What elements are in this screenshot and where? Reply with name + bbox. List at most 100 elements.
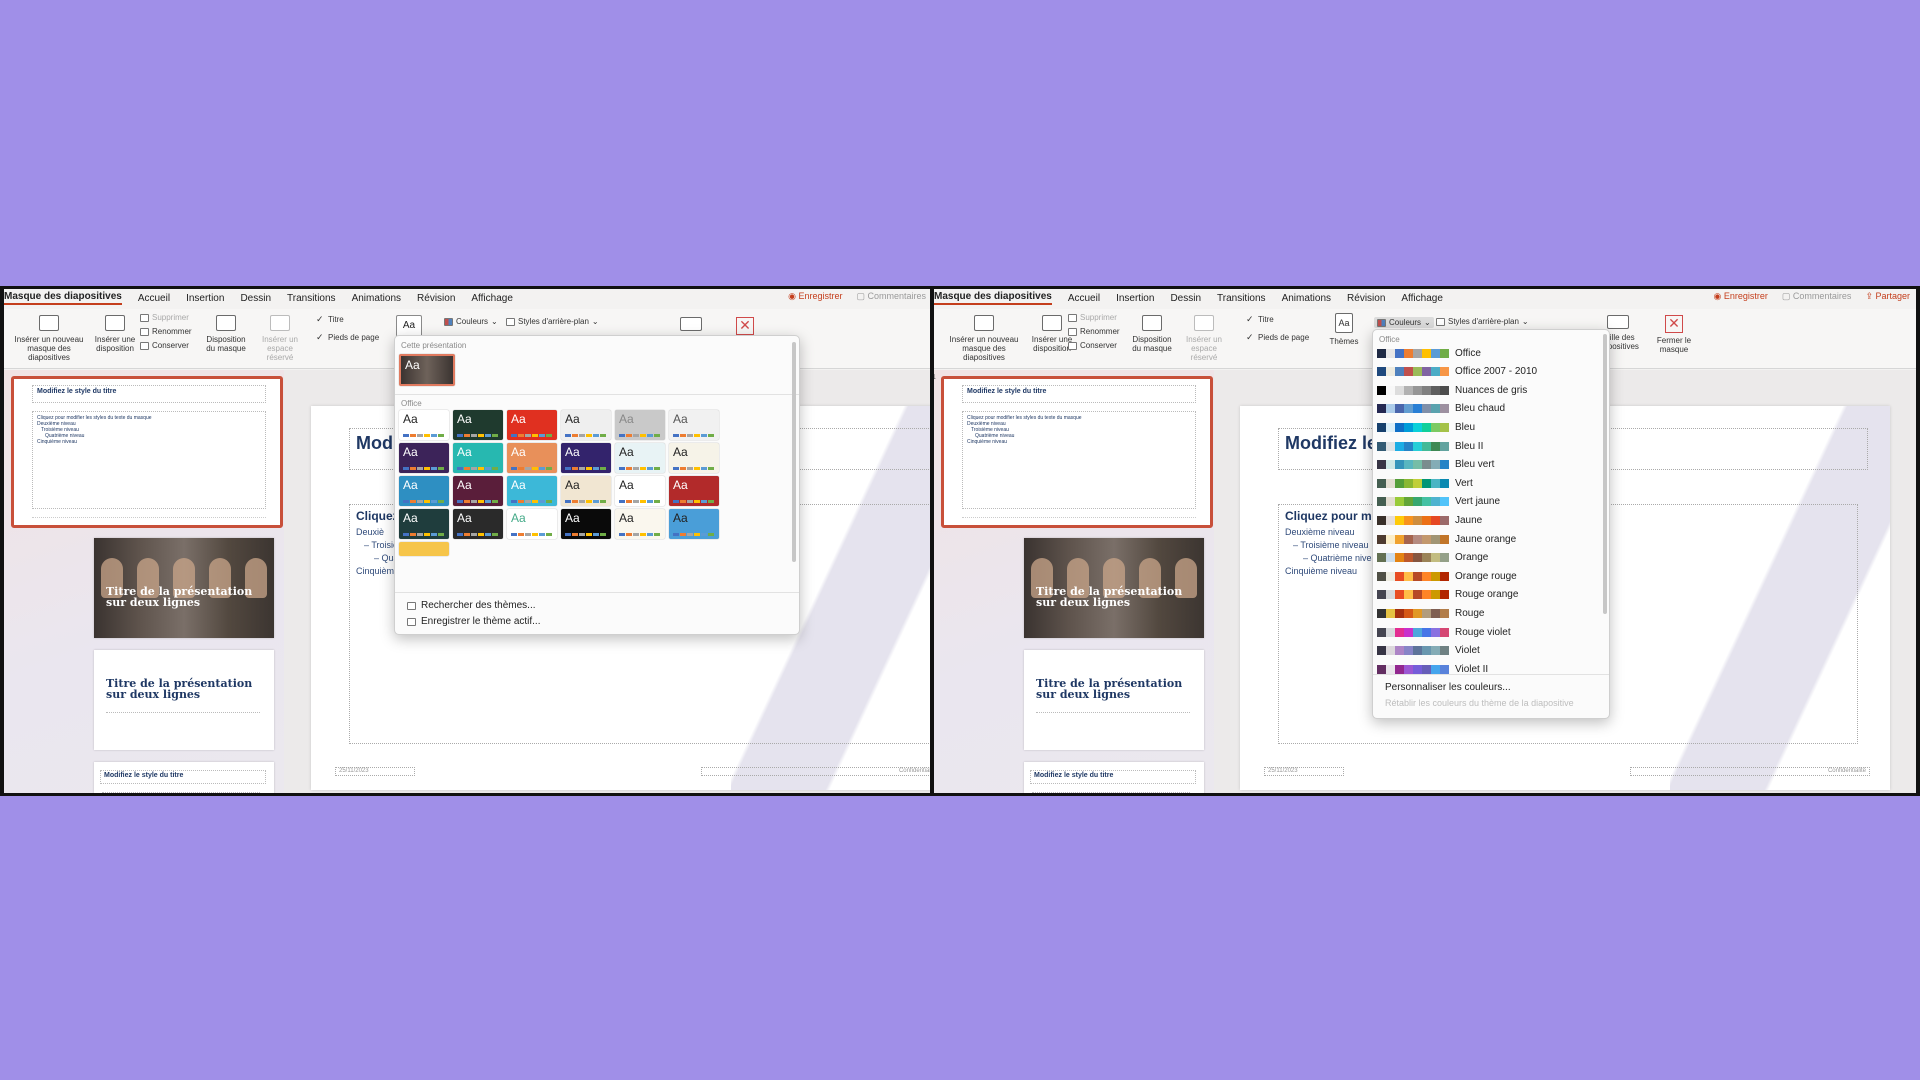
- tab-draw[interactable]: Dessin: [1170, 293, 1201, 304]
- delete-button[interactable]: Supprimer: [1068, 313, 1117, 322]
- theme-tile[interactable]: Aa: [669, 509, 719, 539]
- theme-tile[interactable]: Aa: [507, 509, 557, 539]
- tab-home[interactable]: Accueil: [1068, 293, 1100, 304]
- theme-tile[interactable]: Aa: [399, 476, 449, 506]
- title-slide-white-thumbnail[interactable]: Titre de la présentation sur deux lignes: [1024, 650, 1204, 750]
- share-button[interactable]: ⇪ Partager: [1865, 291, 1910, 302]
- master-layout-button[interactable]: Disposition du masque: [204, 315, 248, 353]
- tab-slide-master[interactable]: Masque des diapositives: [934, 291, 1052, 305]
- theme-tile[interactable]: Aa: [669, 476, 719, 506]
- tab-review[interactable]: Révision: [417, 293, 455, 304]
- slide-size-button[interactable]: [676, 317, 706, 335]
- theme-tile[interactable]: Aa: [507, 443, 557, 473]
- footer-checkbox[interactable]: ✓ Pieds de page: [1246, 333, 1309, 343]
- themes-button[interactable]: Aa: [396, 315, 422, 337]
- theme-tile[interactable]: Aa: [399, 509, 449, 539]
- color-scheme-item[interactable]: Vert: [1377, 474, 1599, 492]
- tab-transitions[interactable]: Transitions: [1217, 293, 1266, 304]
- theme-tile[interactable]: Aa: [453, 443, 503, 473]
- preserve-button[interactable]: Conserver: [140, 341, 189, 350]
- theme-tile[interactable]: Aa: [615, 443, 665, 473]
- theme-tile[interactable]: Aa: [669, 410, 719, 440]
- delete-button[interactable]: Supprimer: [140, 313, 189, 322]
- color-scheme-item[interactable]: Bleu vert: [1377, 456, 1599, 474]
- title-checkbox[interactable]: ✓ Titre: [316, 315, 344, 325]
- insert-placeholder-button[interactable]: Insérer un espace réservé: [1178, 315, 1230, 362]
- tab-view[interactable]: Affichage: [1401, 293, 1443, 304]
- tab-review[interactable]: Révision: [1347, 293, 1385, 304]
- title-slide-photo-thumbnail[interactable]: Titre de la présentation sur deux lignes: [1024, 538, 1204, 638]
- tab-view[interactable]: Affichage: [471, 293, 513, 304]
- color-scheme-item[interactable]: Violet: [1377, 642, 1599, 660]
- master-layout-button[interactable]: Disposition du masque: [1130, 315, 1174, 353]
- slide-master-thumbnail[interactable]: Modifiez le style du titre Cliquez pour …: [941, 376, 1213, 528]
- color-scheme-item[interactable]: Office: [1377, 344, 1599, 362]
- scrollbar[interactable]: [1603, 334, 1607, 614]
- comments-button[interactable]: ▢ Commentaires: [856, 291, 926, 302]
- theme-tile[interactable]: Aa: [507, 476, 557, 506]
- theme-tile[interactable]: Aa: [615, 476, 665, 506]
- color-scheme-item[interactable]: Jaune: [1377, 511, 1599, 529]
- tab-draw[interactable]: Dessin: [240, 293, 271, 304]
- color-scheme-item[interactable]: Orange rouge: [1377, 567, 1599, 585]
- colors-button[interactable]: Couleurs ⌄: [1374, 317, 1434, 328]
- record-button[interactable]: ◉ Enregistrer: [1714, 291, 1768, 302]
- rename-button[interactable]: Renommer: [140, 327, 192, 336]
- theme-tile-partial[interactable]: [399, 542, 449, 556]
- color-scheme-item[interactable]: Orange: [1377, 549, 1599, 567]
- theme-tile[interactable]: Aa: [561, 443, 611, 473]
- insert-layout-button[interactable]: Insérer une disposition: [92, 315, 138, 353]
- slide-master-thumbnail[interactable]: Modifiez le style du titre Cliquez pour …: [11, 376, 283, 528]
- save-theme-link[interactable]: Enregistrer le thème actif...: [407, 616, 541, 627]
- color-scheme-item[interactable]: Office 2007 - 2010: [1377, 363, 1599, 381]
- theme-tile[interactable]: Aa: [507, 410, 557, 440]
- scrollbar[interactable]: [792, 342, 796, 562]
- theme-tile[interactable]: Aa: [399, 443, 449, 473]
- color-scheme-item[interactable]: Bleu: [1377, 418, 1599, 436]
- themes-button[interactable]: Aa Thèmes: [1324, 313, 1364, 346]
- customize-colors-link[interactable]: Personnaliser les couleurs...: [1385, 682, 1511, 693]
- theme-tile[interactable]: Aa: [669, 443, 719, 473]
- color-scheme-item[interactable]: Rouge violet: [1377, 623, 1599, 641]
- rename-button[interactable]: Renommer: [1068, 327, 1120, 336]
- color-scheme-item[interactable]: Vert jaune: [1377, 493, 1599, 511]
- tab-insert[interactable]: Insertion: [1116, 293, 1154, 304]
- theme-current[interactable]: Aa: [399, 354, 455, 386]
- color-scheme-item[interactable]: Nuances de gris: [1377, 381, 1599, 399]
- insert-master-button[interactable]: Insérer un nouveau masque des diapositiv…: [8, 315, 90, 362]
- tab-animations[interactable]: Animations: [1282, 293, 1331, 304]
- record-button[interactable]: ◉ Enregistrer: [788, 291, 842, 302]
- color-scheme-item[interactable]: Rouge: [1377, 604, 1599, 622]
- tab-insert[interactable]: Insertion: [186, 293, 224, 304]
- title-content-thumbnail[interactable]: Modifiez le style du titre: [1024, 762, 1204, 793]
- color-scheme-item[interactable]: Violet II: [1377, 660, 1599, 678]
- title-slide-photo-thumbnail[interactable]: Titre de la présentation sur deux lignes: [94, 538, 274, 638]
- color-scheme-item[interactable]: Bleu chaud: [1377, 400, 1599, 418]
- color-scheme-item[interactable]: Jaune orange: [1377, 530, 1599, 548]
- theme-tile[interactable]: Aa: [399, 410, 449, 440]
- theme-tile[interactable]: Aa: [453, 476, 503, 506]
- theme-tile[interactable]: Aa: [453, 509, 503, 539]
- title-content-thumbnail[interactable]: Modifiez le style du titre: [94, 762, 274, 793]
- insert-placeholder-button[interactable]: Insérer un espace réservé: [254, 315, 306, 362]
- tab-slide-master[interactable]: Masque des diapositives: [4, 291, 122, 305]
- tab-animations[interactable]: Animations: [352, 293, 401, 304]
- preserve-button[interactable]: Conserver: [1068, 341, 1117, 350]
- theme-tile[interactable]: Aa: [453, 410, 503, 440]
- theme-tile[interactable]: Aa: [615, 410, 665, 440]
- theme-tile[interactable]: Aa: [561, 476, 611, 506]
- color-scheme-item[interactable]: Rouge orange: [1377, 586, 1599, 604]
- theme-tile[interactable]: Aa: [561, 509, 611, 539]
- close-master-button[interactable]: ✕ Fermer le masque: [1652, 315, 1696, 354]
- title-slide-white-thumbnail[interactable]: Titre de la présentation sur deux lignes: [94, 650, 274, 750]
- color-scheme-item[interactable]: Bleu II: [1377, 437, 1599, 455]
- theme-tile[interactable]: Aa: [615, 509, 665, 539]
- colors-button[interactable]: Couleurs ⌄: [444, 317, 498, 326]
- background-styles-button[interactable]: Styles d'arrière-plan ⌄: [506, 317, 599, 326]
- insert-master-button[interactable]: Insérer un nouveau masque des diapositiv…: [942, 315, 1026, 362]
- theme-tile[interactable]: Aa: [561, 410, 611, 440]
- browse-themes-link[interactable]: Rechercher des thèmes...: [407, 600, 536, 611]
- tab-home[interactable]: Accueil: [138, 293, 170, 304]
- close-master-button[interactable]: ✕: [736, 317, 754, 335]
- background-styles-button[interactable]: Styles d'arrière-plan ⌄: [1436, 317, 1529, 326]
